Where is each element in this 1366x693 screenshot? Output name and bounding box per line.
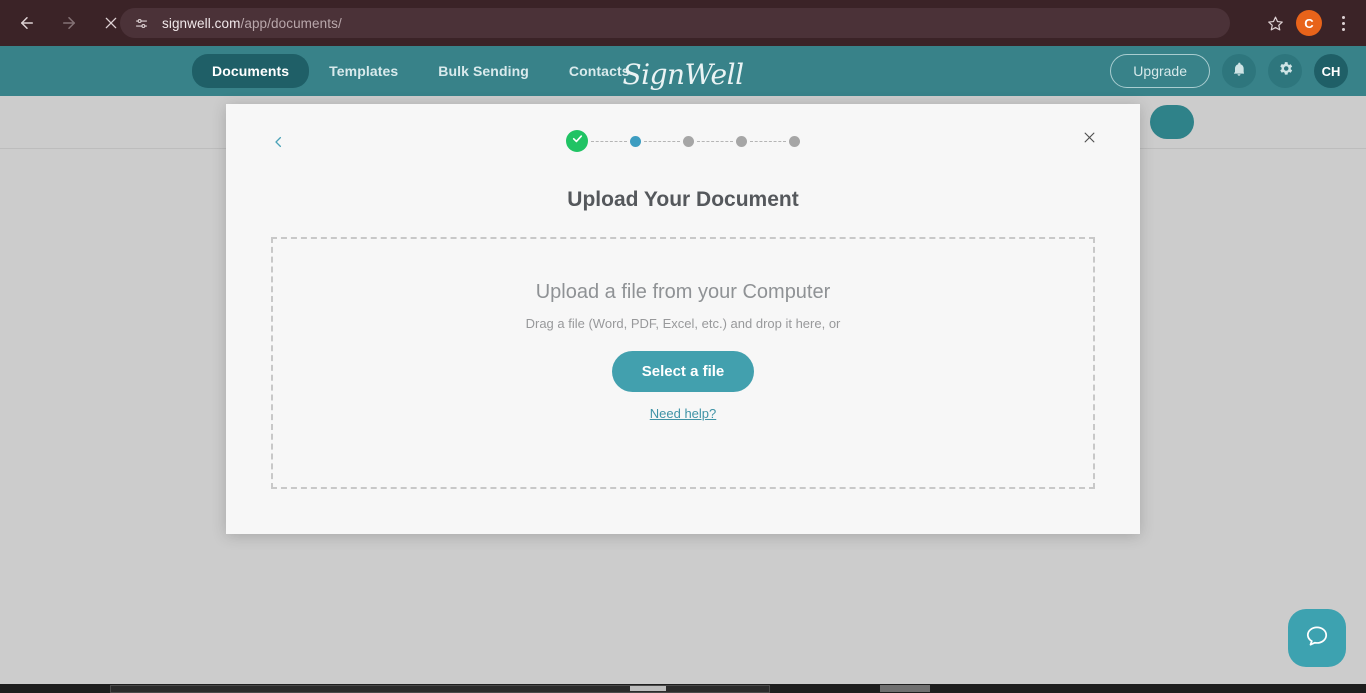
star-icon[interactable] xyxy=(1262,10,1288,36)
browser-toolbar: signwell.com/app/documents/ C xyxy=(0,0,1366,46)
upgrade-button[interactable]: Upgrade xyxy=(1110,54,1210,88)
settings-button[interactable] xyxy=(1268,54,1302,88)
select-file-button[interactable]: Select a file xyxy=(611,351,755,392)
forward-arrow-icon[interactable] xyxy=(52,6,86,40)
step-1-complete[interactable] xyxy=(566,130,588,152)
step-connector xyxy=(591,140,627,142)
upload-document-modal: Upload Your Document Upload a file from … xyxy=(226,104,1140,534)
step-2-current[interactable] xyxy=(630,135,641,147)
dropzone-subtext: Drag a file (Word, PDF, Excel, etc.) and… xyxy=(525,316,841,331)
address-bar[interactable]: signwell.com/app/documents/ xyxy=(120,8,1230,38)
step-connector xyxy=(644,140,680,142)
url-host: signwell.com xyxy=(162,15,241,31)
help-chat-button[interactable] xyxy=(1288,609,1346,667)
nav-right-actions: Upgrade CH xyxy=(1110,46,1348,96)
step-3-pending[interactable] xyxy=(683,135,694,147)
browser-profile-avatar[interactable]: C xyxy=(1296,10,1322,36)
step-4-pending[interactable] xyxy=(736,135,747,147)
dropzone-heading: Upload a file from your Computer xyxy=(535,281,831,303)
url-text: signwell.com/app/documents/ xyxy=(162,16,342,31)
taskbar-segment[interactable] xyxy=(880,685,930,692)
need-help-link[interactable]: Need help? xyxy=(650,406,717,421)
taskbar-highlight xyxy=(630,686,666,691)
browser-window: signwell.com/app/documents/ C Documents … xyxy=(0,0,1366,693)
check-icon xyxy=(571,132,584,150)
step-connector xyxy=(750,140,786,142)
step-5-pending[interactable] xyxy=(789,135,800,147)
url-path: /app/documents/ xyxy=(240,15,342,31)
taskbar-window[interactable] xyxy=(110,685,770,693)
progress-stepper xyxy=(226,130,1140,152)
step-connector xyxy=(697,140,733,142)
page-title: Upload Your Document xyxy=(567,188,799,211)
kebab-menu-icon[interactable] xyxy=(1332,10,1354,36)
bell-icon xyxy=(1231,61,1247,82)
user-avatar[interactable]: CH xyxy=(1314,54,1348,88)
gear-icon xyxy=(1277,60,1294,82)
os-taskbar xyxy=(0,684,1366,693)
new-document-button[interactable] xyxy=(1150,105,1194,139)
file-dropzone[interactable]: Upload a file from your Computer Drag a … xyxy=(271,237,1095,489)
notifications-button[interactable] xyxy=(1222,54,1256,88)
chat-bubble-icon xyxy=(1304,623,1330,654)
app-navigation-bar: Documents Templates Bulk Sending Contact… xyxy=(0,46,1366,96)
site-settings-icon[interactable] xyxy=(130,12,152,34)
back-arrow-icon[interactable] xyxy=(10,6,44,40)
